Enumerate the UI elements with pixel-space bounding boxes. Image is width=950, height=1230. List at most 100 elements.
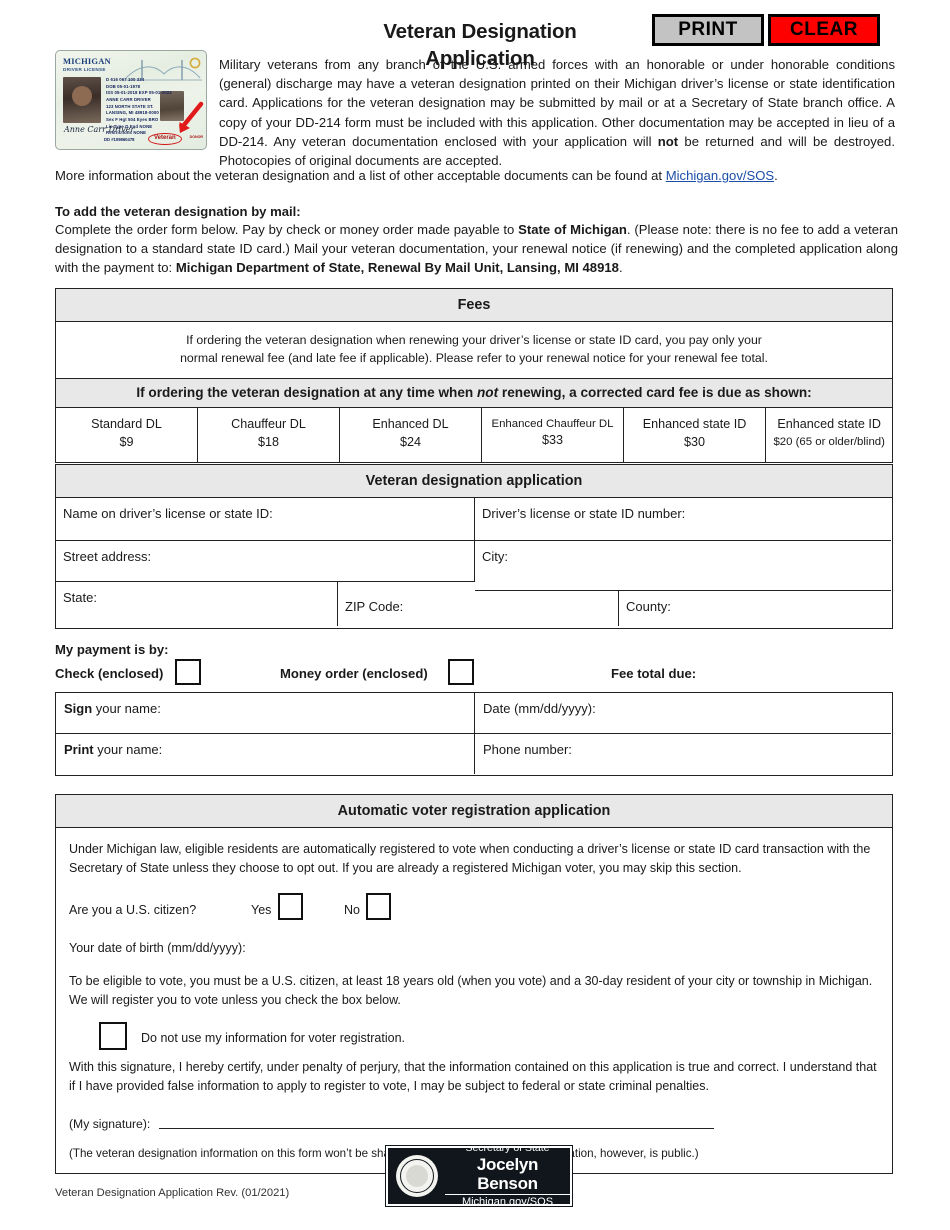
optout-label: Do not use my information for voter regi… (141, 1030, 406, 1045)
more-info-after: . (774, 168, 778, 183)
fee-amount: $24 (399, 434, 421, 449)
mail-body-3: . (618, 259, 623, 275)
voter-signature-label: (My signature): (69, 1117, 151, 1132)
field-county[interactable]: County: (619, 591, 891, 626)
voter-table-header: Automatic voter registration application (56, 795, 892, 829)
license-dob: DOB 05-01-1978 (106, 83, 141, 89)
sign-rest: your name: (92, 701, 161, 716)
fee-column-enhanced-chauffeur-dl: Enhanced Chauffeur DL $33 (482, 407, 624, 462)
michigan-sos-link[interactable]: Michigan.gov/SOS (666, 168, 774, 183)
print-button[interactable]: PRINT (652, 14, 764, 46)
date-of-birth-row[interactable]: Your date of birth (mm/dd/yyyy): (69, 939, 879, 958)
fees-renewal-note: If ordering the veteran designation when… (56, 322, 892, 378)
fee-label: Enhanced Chauffeur DL (491, 417, 614, 430)
sos-website: Michigan.gov/SOS (445, 1194, 570, 1208)
fee-label: Enhanced DL (372, 416, 449, 431)
voter-eligibility-text: To be eligible to vote, you must be a U.… (69, 974, 873, 1008)
field-phone-number[interactable]: Phone number: (475, 734, 891, 774)
fee-amount: $18 (257, 434, 279, 449)
fee-amount: $30 (683, 434, 705, 449)
field-print-your-name[interactable]: Print your name: (56, 734, 475, 774)
field-label: Driver’s license or state ID number: (482, 506, 686, 522)
field-name-on-license[interactable]: Name on driver’s license or state ID: (56, 498, 475, 542)
fee-column-enhanced-state-id: Enhanced state ID $30 (624, 407, 766, 462)
fee-amount: $20 (65 or older/blind) (773, 435, 885, 448)
signature-grid: Sign your name: Date (mm/dd/yyyy): Print… (56, 693, 892, 774)
license-state-label: MICHIGAN (63, 56, 111, 66)
fees-sub-after: renewing, a corrected card fee is due as… (498, 384, 812, 400)
sos-name: Jocelyn Benson (476, 1155, 539, 1194)
print-rest: your name: (93, 742, 163, 757)
license-iss-exp: ISS 05-01-2018 EXP 05-01-2022 (106, 90, 172, 96)
voter-signature-row[interactable]: (My signature): (69, 1109, 879, 1135)
license-donor-label: DONOR (189, 135, 203, 139)
citizen-question-label: Are you a U.S. citizen? (69, 902, 197, 917)
sos-title: Secretary of State (465, 1142, 550, 1155)
money-order-checkbox[interactable] (448, 659, 474, 685)
fee-column-enhanced-dl: Enhanced DL $24 (340, 407, 482, 462)
license-id-number: D 616 067 100 334 (106, 77, 145, 82)
citizen-no-checkbox[interactable] (366, 892, 391, 920)
fee-column-chauffeur-dl: Chauffeur DL $18 (198, 407, 340, 462)
mail-payee: State of Michigan (518, 222, 627, 237)
fee-label: Standard DL (91, 416, 162, 431)
payment-heading: My payment is by: (55, 642, 169, 657)
field-label: ZIP Code: (345, 599, 404, 615)
clear-button[interactable]: CLEAR (768, 14, 880, 46)
field-zip-code[interactable]: ZIP Code: (338, 591, 619, 627)
fee-label: Enhanced state ID (777, 416, 881, 431)
voter-signature-line[interactable] (159, 1128, 714, 1130)
citizen-yes-checkbox[interactable] (278, 892, 303, 920)
check-enclosed-checkbox[interactable] (175, 659, 201, 685)
intro-paragraph: Military veterans from any branch of the… (219, 55, 895, 170)
voter-intro-text: Under Michigan law, eligible residents a… (69, 842, 871, 875)
veteran-application-table: Veteran designation application Name on … (55, 464, 893, 629)
mail-address: Michigan Department of State, Renewal By… (175, 259, 619, 275)
date-of-birth-label: Your date of birth (mm/dd/yyyy): (69, 940, 246, 955)
voter-certification-text: With this signature, I hereby certify, u… (69, 1059, 877, 1093)
mail-body-1: Complete the order form below. Pay by ch… (55, 222, 519, 237)
red-arrow-icon (179, 101, 204, 133)
fees-corrected-card-subheader: If ordering the veteran designation at a… (56, 377, 892, 408)
sos-logo: Secretary of State Jocelyn Benson Michig… (385, 1142, 573, 1208)
license-photo (63, 77, 101, 123)
license-signature: Anne Carr Driver (64, 125, 135, 134)
fees-note-line-1: If ordering the veteran designation when… (186, 333, 762, 348)
michigan-state-seal-icon (396, 1155, 438, 1197)
more-info-before: More information about the veteran desig… (55, 168, 666, 183)
field-state[interactable]: State: (56, 582, 338, 627)
citizen-question-row: Are you a U.S. citizen? Yes No (69, 892, 879, 927)
application-table-header: Veteran designation application (56, 465, 892, 499)
fees-sub-not: not (477, 384, 499, 400)
field-city[interactable]: City: (475, 541, 891, 592)
fee-column-enhanced-state-id-senior: Enhanced state ID $20 (65 or older/blind… (766, 408, 892, 462)
signature-table: Sign your name: Date (mm/dd/yyyy): Print… (55, 692, 893, 776)
fees-note-line-2: normal renewal fee (and late fee if appl… (180, 351, 768, 366)
form-page: Veteran Designation Application PRINT CL… (0, 0, 950, 1230)
field-label: Date (mm/dd/yyyy): (483, 701, 596, 716)
field-sign-your-name[interactable]: Sign your name: (56, 693, 475, 734)
citizen-no-label: No (344, 902, 360, 917)
field-label: County: (626, 599, 671, 615)
more-info-line: More information about the veteran desig… (55, 167, 900, 184)
fees-columns-row: Standard DL $9 Chauffeur DL $18 Enhanced… (56, 407, 892, 462)
field-street-address[interactable]: Street address: (56, 541, 475, 583)
field-label: Name on driver’s license or state ID: (63, 506, 273, 522)
optout-checkbox[interactable] (99, 1021, 127, 1050)
field-dl-number[interactable]: Driver’s license or state ID number: (475, 498, 891, 542)
sign-bold-word: Sign (64, 701, 93, 716)
money-order-label: Money order (enclosed) (280, 666, 428, 681)
revision-note: Veteran Designation Application Rev. (01… (55, 1187, 290, 1199)
voter-registration-table: Automatic voter registration application… (55, 794, 893, 1174)
voter-body: Under Michigan law, eligible residents a… (56, 828, 892, 1173)
fees-table: Fees If ordering the veteran designation… (55, 288, 893, 463)
fees-sub-before: If ordering the veteran designation at a… (136, 384, 477, 400)
field-date[interactable]: Date (mm/dd/yyyy): (475, 693, 891, 734)
header: Veteran Designation Application PRINT CL… (0, 14, 950, 70)
check-enclosed-label: Check (enclosed) (55, 666, 164, 681)
optout-row: Do not use my information for voter regi… (69, 1018, 879, 1058)
application-fields-grid: Name on driver’s license or state ID: Dr… (56, 498, 892, 627)
fee-amount: $9 (119, 434, 134, 449)
license-document-discriminator: DD #109860478 (104, 137, 135, 142)
fee-label: Chauffeur DL (231, 416, 306, 431)
